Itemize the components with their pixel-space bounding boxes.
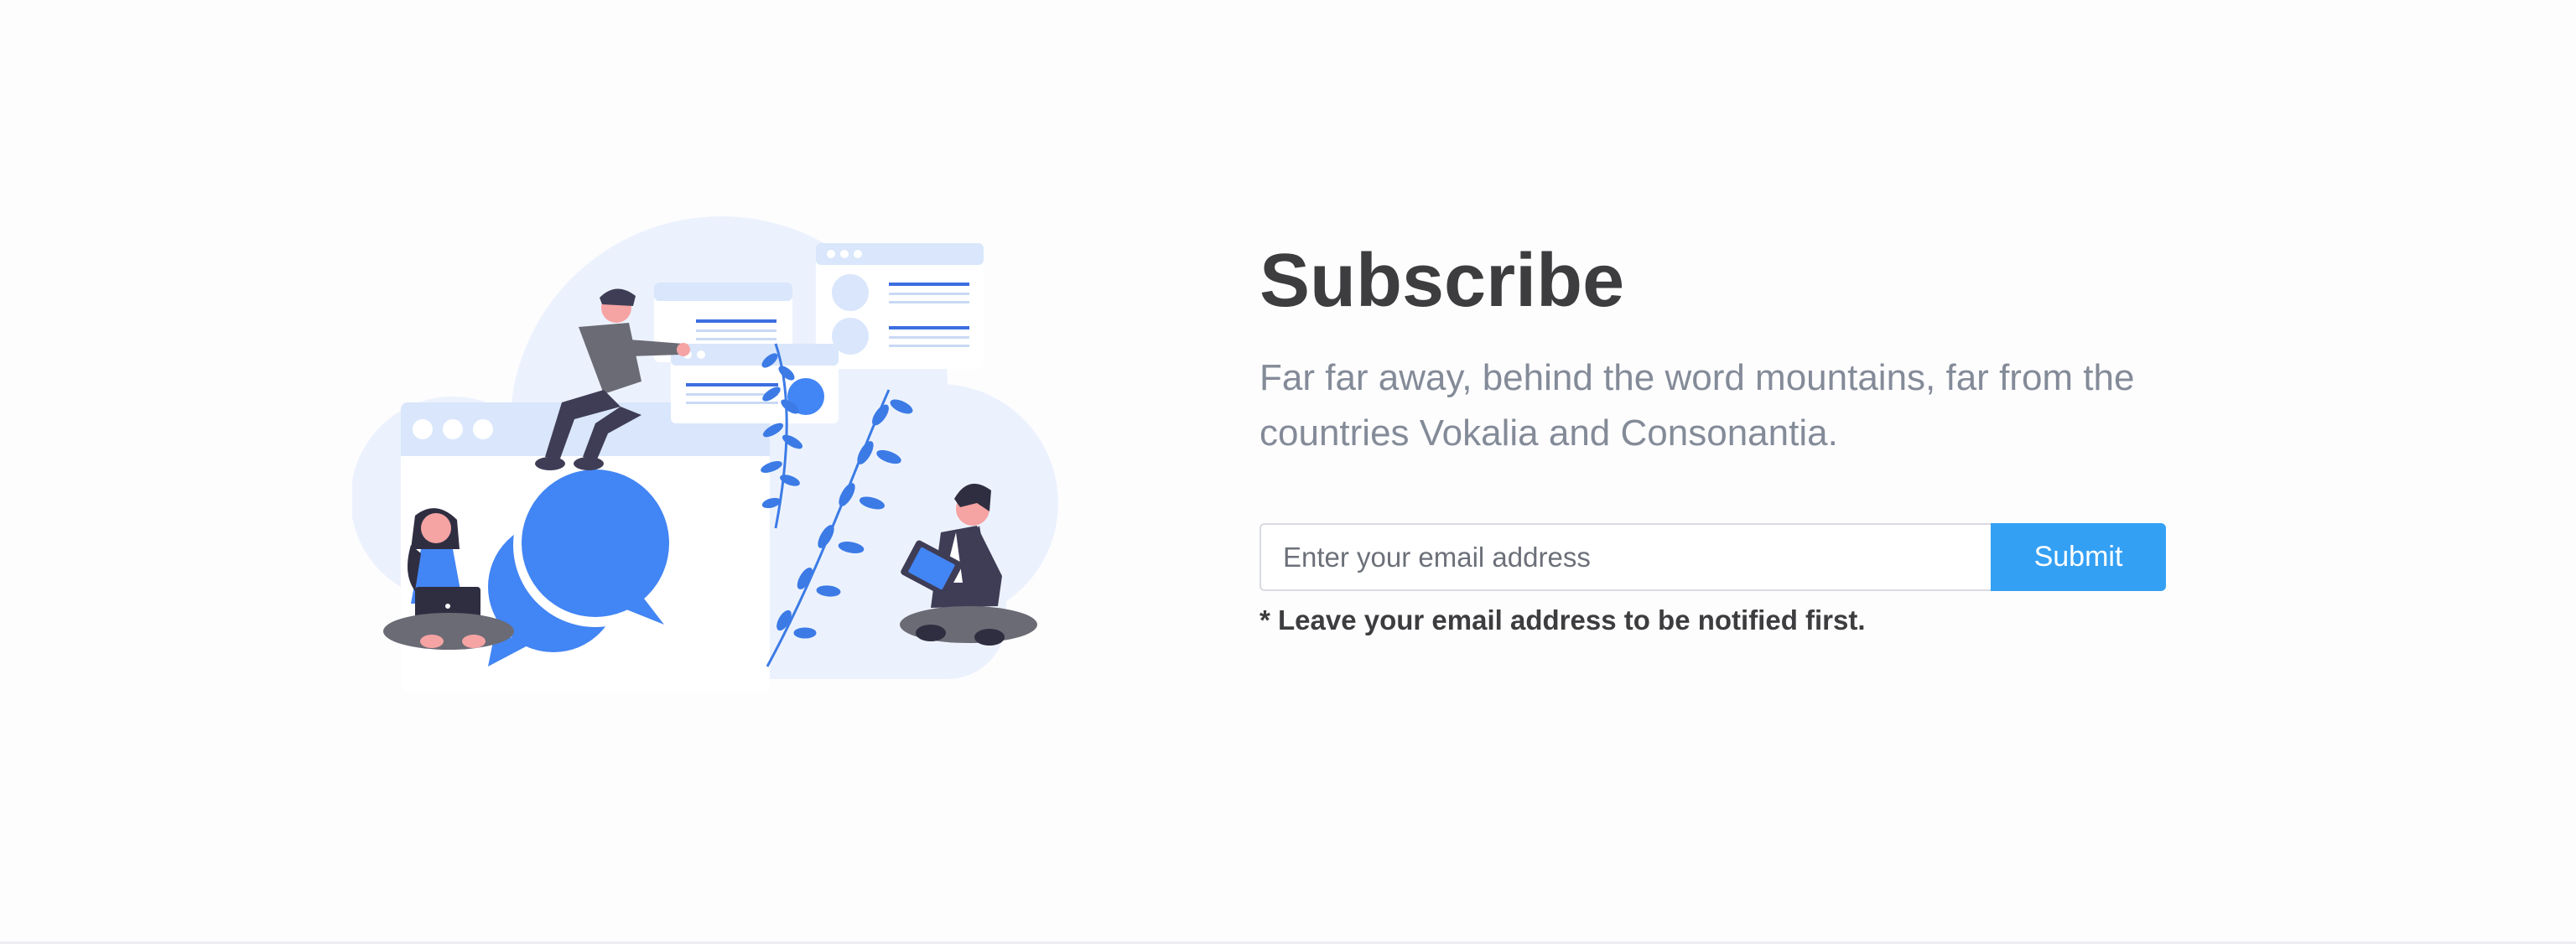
subscribe-description: Far far away, behind the word mountains,… bbox=[1259, 357, 2135, 454]
subscribe-section: Subscribe Far far away, behind the word … bbox=[0, 0, 2576, 944]
page-title: Subscribe bbox=[1259, 239, 1625, 323]
subscribe-note: * Leave your email address to be notifie… bbox=[1259, 604, 1866, 635]
profile-window-card bbox=[816, 243, 984, 369]
people-chatting-illustration bbox=[352, 214, 1107, 734]
subscribe-panel: Subscribe Far far away, behind the word … bbox=[1259, 235, 2182, 638]
submit-button[interactable]: Submit bbox=[1991, 523, 2166, 591]
email-field[interactable] bbox=[1259, 523, 1991, 591]
subscribe-form: Submit bbox=[1259, 523, 2166, 591]
notification-window-card bbox=[671, 344, 839, 423]
